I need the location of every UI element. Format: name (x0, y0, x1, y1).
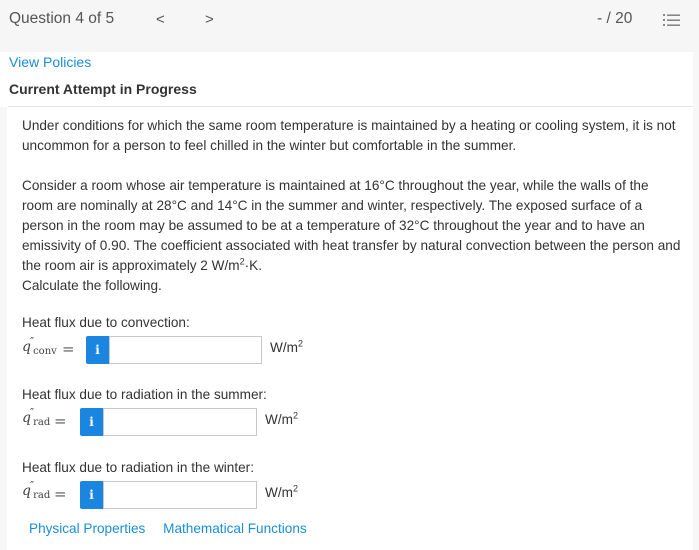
view-policies-link[interactable]: View Policies (9, 54, 91, 70)
previous-question-button[interactable]: < (156, 10, 165, 30)
info-icon[interactable]: i (86, 336, 109, 364)
equals-sign: = (54, 485, 67, 503)
problem-statement: Consider a room whose air temperature is… (22, 178, 681, 293)
symbol-q-rad: q″rad (22, 406, 51, 428)
scrollbar-gutter (693, 52, 699, 550)
divider (8, 106, 693, 107)
attempt-status: Current Attempt in Progress (9, 81, 197, 97)
info-icon[interactable]: i (80, 408, 103, 436)
question-title: Question 4 of 5 (9, 10, 115, 27)
next-question-button[interactable]: > (205, 10, 214, 30)
chevron-left-icon: < (156, 11, 165, 28)
problem-intro: Under conditions for which the same room… (22, 118, 676, 153)
symbol-q-rad: q″rad (22, 479, 51, 501)
equals-sign: = (62, 340, 75, 358)
left-gutter (0, 107, 7, 550)
info-icon[interactable]: i (80, 481, 103, 509)
unit-label: W/m2 (265, 483, 298, 500)
instruction: Calculate the following. (22, 278, 162, 293)
unit-label: W/m2 (265, 410, 298, 427)
radiation-winter-answer-input[interactable] (103, 481, 257, 509)
numbered-list-icon[interactable] (663, 13, 681, 28)
question-label-radiation-summer: Heat flux due to radiation in the summer… (22, 387, 267, 402)
reference-links: Physical Properties Mathematical Functio… (29, 521, 321, 536)
physical-properties-link[interactable]: Physical Properties (29, 521, 145, 536)
question-header: Question 4 of 5 < > - / 20 (0, 0, 699, 52)
question-label-convection: Heat flux due to convection: (22, 315, 190, 330)
mathematical-functions-link[interactable]: Mathematical Functions (163, 521, 307, 536)
question-label-radiation-winter: Heat flux due to radiation in the winter… (22, 460, 254, 475)
radiation-summer-answer-input[interactable] (103, 408, 257, 436)
chevron-right-icon: > (205, 11, 214, 28)
score-display: - / 20 (597, 10, 633, 27)
equals-sign: = (54, 412, 67, 430)
convection-answer-input[interactable] (109, 336, 262, 364)
unit-label: W/m2 (270, 338, 303, 355)
symbol-q-conv: q″conv (22, 335, 57, 357)
